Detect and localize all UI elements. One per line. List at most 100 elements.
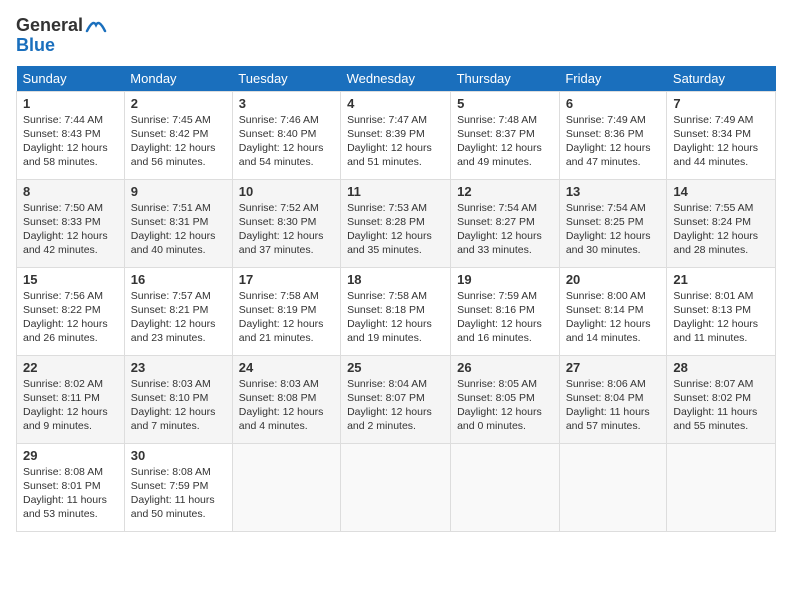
week-row-5: 29 Sunrise: 8:08 AMSunset: 8:01 PMDayligh…	[17, 443, 776, 531]
day-cell-17: 17Sunrise: 7:58 AMSunset: 8:19 PMDayligh…	[232, 267, 340, 355]
col-header-monday: Monday	[124, 66, 232, 92]
day-detail: Sunrise: 8:08 AMSunset: 7:59 PMDaylight:…	[131, 465, 226, 522]
day-cell-19: 19 Sunrise: 7:59 AMSunset: 8:16 PMDayligh…	[451, 267, 560, 355]
col-header-thursday: Thursday	[451, 66, 560, 92]
day-cell-30: 30 Sunrise: 8:08 AMSunset: 7:59 PMDayligh…	[124, 443, 232, 531]
day-detail: Sunrise: 7:49 AMSunset: 8:34 PMDaylight:…	[673, 113, 769, 170]
day-number: 28	[673, 360, 769, 375]
day-cell-16: 16 Sunrise: 7:57 AMSunset: 8:21 PMDayligh…	[124, 267, 232, 355]
day-detail: Sunrise: 7:56 AMSunset: 8:22 PMDaylight:…	[23, 289, 118, 346]
col-header-wednesday: Wednesday	[341, 66, 451, 92]
day-detail: Sunrise: 7:57 AMSunset: 8:21 PMDaylight:…	[131, 289, 226, 346]
day-cell-11: 11 Sunrise: 7:53 AMSunset: 8:28 PMDayligh…	[341, 179, 451, 267]
day-number: 3	[239, 96, 334, 111]
day-number: 6	[566, 96, 661, 111]
day-number: 14	[673, 184, 769, 199]
day-number: 16	[131, 272, 226, 287]
day-cell-3: 3 Sunrise: 7:46 AMSunset: 8:40 PMDaylight…	[232, 91, 340, 179]
day-number: 5	[457, 96, 553, 111]
day-detail: Sunrise: 8:03 AMSunset: 8:08 PMDaylight:…	[239, 377, 334, 434]
day-detail: Sunrise: 8:04 AMSunset: 8:07 PMDaylight:…	[347, 377, 444, 434]
empty-cell	[451, 443, 560, 531]
day-number: 19	[457, 272, 553, 287]
day-cell-15: 15 Sunrise: 7:56 AMSunset: 8:22 PMDayligh…	[17, 267, 125, 355]
empty-cell	[232, 443, 340, 531]
day-cell-13: 13 Sunrise: 7:54 AMSunset: 8:25 PMDayligh…	[559, 179, 667, 267]
day-number: 20	[566, 272, 661, 287]
calendar-table: SundayMondayTuesdayWednesdayThursdayFrid…	[16, 66, 776, 532]
day-cell-12: 12 Sunrise: 7:54 AMSunset: 8:27 PMDayligh…	[451, 179, 560, 267]
day-number: 13	[566, 184, 661, 199]
day-number: 30	[131, 448, 226, 463]
day-number: 8	[23, 184, 118, 199]
col-header-saturday: Saturday	[667, 66, 776, 92]
day-detail: Sunrise: 7:48 AMSunset: 8:37 PMDaylight:…	[457, 113, 553, 170]
day-detail: Sunrise: 8:06 AMSunset: 8:04 PMDaylight:…	[566, 377, 661, 434]
col-header-sunday: Sunday	[17, 66, 125, 92]
week-row-3: 15 Sunrise: 7:56 AMSunset: 8:22 PMDayligh…	[17, 267, 776, 355]
empty-cell	[667, 443, 776, 531]
day-detail: Sunrise: 8:00 AMSunset: 8:14 PMDaylight:…	[566, 289, 661, 346]
day-cell-23: 23 Sunrise: 8:03 AMSunset: 8:10 PMDayligh…	[124, 355, 232, 443]
day-number: 25	[347, 360, 444, 375]
day-detail: Sunrise: 8:08 AMSunset: 8:01 PMDaylight:…	[23, 465, 118, 522]
day-detail: Sunrise: 7:50 AMSunset: 8:33 PMDaylight:…	[23, 201, 118, 258]
day-number: 10	[239, 184, 334, 199]
day-cell-25: 25 Sunrise: 8:04 AMSunset: 8:07 PMDayligh…	[341, 355, 451, 443]
page-container: General Blue SundayMondayTuesdayWednesda…	[0, 0, 792, 542]
day-detail: Sunrise: 7:53 AMSunset: 8:28 PMDaylight:…	[347, 201, 444, 258]
day-detail: Sunrise: 8:03 AMSunset: 8:10 PMDaylight:…	[131, 377, 226, 434]
day-cell-5: 5 Sunrise: 7:48 AMSunset: 8:37 PMDaylight…	[451, 91, 560, 179]
col-header-friday: Friday	[559, 66, 667, 92]
day-number: 12	[457, 184, 553, 199]
day-detail: Sunrise: 7:52 AMSunset: 8:30 PMDaylight:…	[239, 201, 334, 258]
day-cell-22: 22Sunrise: 8:02 AMSunset: 8:11 PMDayligh…	[17, 355, 125, 443]
header: General Blue	[16, 16, 776, 56]
week-row-4: 22Sunrise: 8:02 AMSunset: 8:11 PMDayligh…	[17, 355, 776, 443]
day-number: 11	[347, 184, 444, 199]
day-cell-6: 6 Sunrise: 7:49 AMSunset: 8:36 PMDaylight…	[559, 91, 667, 179]
day-detail: Sunrise: 7:59 AMSunset: 8:16 PMDaylight:…	[457, 289, 553, 346]
day-number: 18	[347, 272, 444, 287]
day-detail: Sunrise: 8:05 AMSunset: 8:05 PMDaylight:…	[457, 377, 553, 434]
day-detail: Sunrise: 7:49 AMSunset: 8:36 PMDaylight:…	[566, 113, 661, 170]
day-cell-10: 10 Sunrise: 7:52 AMSunset: 8:30 PMDayligh…	[232, 179, 340, 267]
day-detail: Sunrise: 7:46 AMSunset: 8:40 PMDaylight:…	[239, 113, 334, 170]
day-cell-18: 18Sunrise: 7:58 AMSunset: 8:18 PMDayligh…	[341, 267, 451, 355]
day-number: 7	[673, 96, 769, 111]
logo: General Blue	[16, 16, 107, 56]
day-detail: Sunrise: 8:01 AMSunset: 8:13 PMDaylight:…	[673, 289, 769, 346]
day-cell-24: 24 Sunrise: 8:03 AMSunset: 8:08 PMDayligh…	[232, 355, 340, 443]
day-cell-21: 21Sunrise: 8:01 AMSunset: 8:13 PMDayligh…	[667, 267, 776, 355]
logo-text: General Blue	[16, 16, 107, 56]
day-cell-28: 28 Sunrise: 8:07 AMSunset: 8:02 PMDayligh…	[667, 355, 776, 443]
day-number: 24	[239, 360, 334, 375]
day-cell-2: 2 Sunrise: 7:45 AMSunset: 8:42 PMDaylight…	[124, 91, 232, 179]
day-detail: Sunrise: 7:54 AMSunset: 8:25 PMDaylight:…	[566, 201, 661, 258]
day-detail: Sunrise: 7:58 AMSunset: 8:19 PMDaylight:…	[239, 289, 334, 346]
day-detail: Sunrise: 8:07 AMSunset: 8:02 PMDaylight:…	[673, 377, 769, 434]
day-number: 4	[347, 96, 444, 111]
day-number: 23	[131, 360, 226, 375]
empty-cell	[341, 443, 451, 531]
day-number: 27	[566, 360, 661, 375]
day-cell-29: 29 Sunrise: 8:08 AMSunset: 8:01 PMDayligh…	[17, 443, 125, 531]
day-cell-8: 8 Sunrise: 7:50 AMSunset: 8:33 PMDaylight…	[17, 179, 125, 267]
day-number: 1	[23, 96, 118, 111]
col-header-tuesday: Tuesday	[232, 66, 340, 92]
day-detail: Sunrise: 7:45 AMSunset: 8:42 PMDaylight:…	[131, 113, 226, 170]
day-number: 2	[131, 96, 226, 111]
header-row: SundayMondayTuesdayWednesdayThursdayFrid…	[17, 66, 776, 92]
day-number: 15	[23, 272, 118, 287]
day-cell-4: 4Sunrise: 7:47 AMSunset: 8:39 PMDaylight…	[341, 91, 451, 179]
day-detail: Sunrise: 7:54 AMSunset: 8:27 PMDaylight:…	[457, 201, 553, 258]
day-number: 9	[131, 184, 226, 199]
week-row-2: 8 Sunrise: 7:50 AMSunset: 8:33 PMDaylight…	[17, 179, 776, 267]
day-cell-7: 7 Sunrise: 7:49 AMSunset: 8:34 PMDaylight…	[667, 91, 776, 179]
day-cell-14: 14 Sunrise: 7:55 AMSunset: 8:24 PMDayligh…	[667, 179, 776, 267]
day-detail: Sunrise: 7:55 AMSunset: 8:24 PMDaylight:…	[673, 201, 769, 258]
logo-bird-icon	[85, 17, 107, 35]
day-number: 29	[23, 448, 118, 463]
day-cell-9: 9Sunrise: 7:51 AMSunset: 8:31 PMDaylight…	[124, 179, 232, 267]
day-number: 26	[457, 360, 553, 375]
